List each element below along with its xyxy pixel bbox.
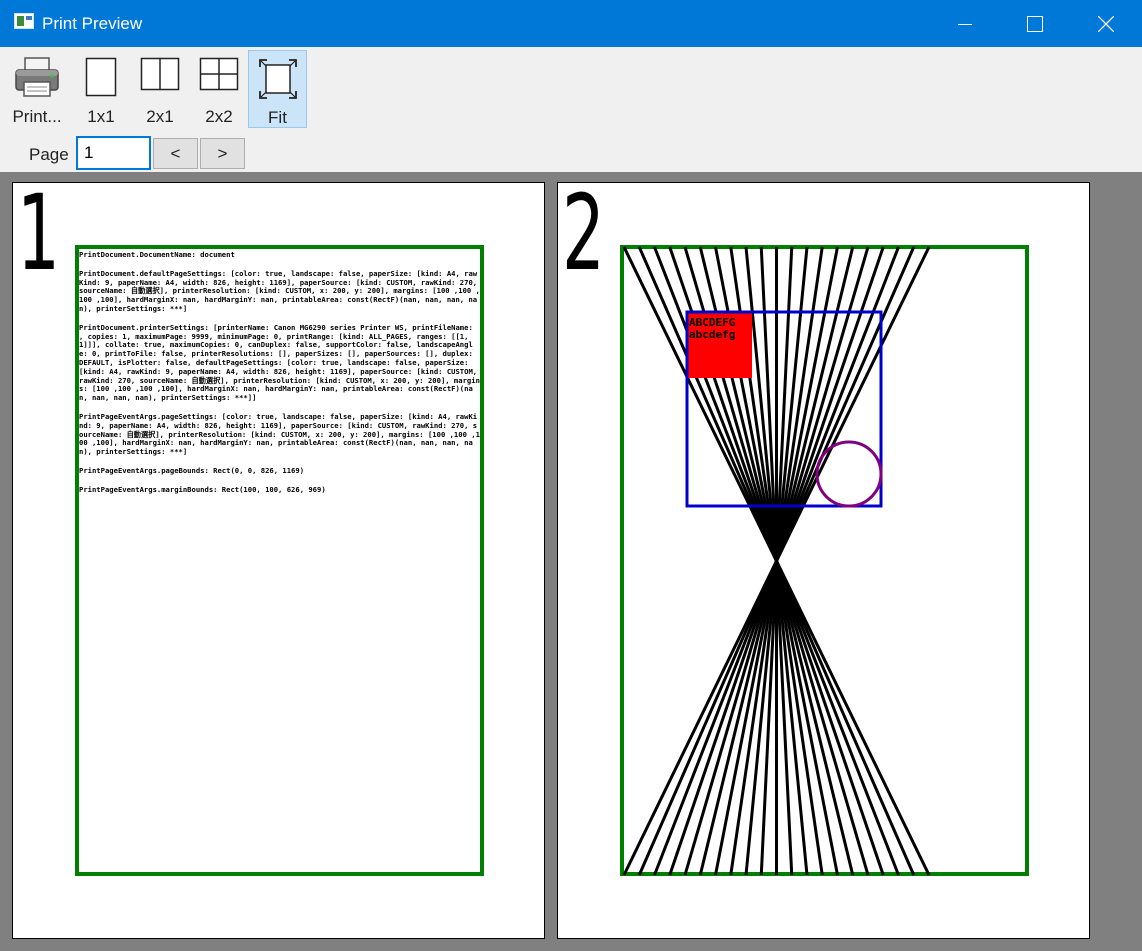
layout-2x1-button[interactable]: 2x1 xyxy=(132,50,188,128)
printer-icon xyxy=(15,57,59,97)
text-line: PrintDocument.printerSettings: [printerN… xyxy=(79,322,480,403)
page-number-input[interactable] xyxy=(76,136,151,170)
layout-1x1-button[interactable]: 1x1 xyxy=(74,50,128,128)
print-label: Print... xyxy=(12,107,62,126)
window-title: Print Preview xyxy=(42,14,143,33)
preview-area[interactable]: 1 PrintDocument.DocumentName: document P… xyxy=(0,172,1142,951)
previous-page-button[interactable]: < xyxy=(153,138,198,169)
page-label: Page xyxy=(29,145,69,164)
layout-2x2-label: 2x2 xyxy=(205,107,233,126)
close-button[interactable] xyxy=(1071,0,1141,47)
page-drawing: ABCDEFG abcdefg xyxy=(622,246,931,876)
text-line: PrintPageEventArgs.pageSettings: [color:… xyxy=(79,411,480,457)
maximize-button[interactable] xyxy=(1000,0,1070,47)
fit-label: Fit xyxy=(268,108,287,127)
page-number-label: 1 xyxy=(17,182,60,294)
app-icon[interactable] xyxy=(14,13,34,29)
page-text: PrintDocument.DocumentName: document Pri… xyxy=(79,250,481,505)
text-line: PrintPageEventArgs.pageBounds: Rect(0, 0… xyxy=(79,465,305,475)
minimize-button[interactable] xyxy=(930,0,1000,47)
toolbar: Print... 1x1 2x1 2x2 Fit Page < > xyxy=(0,47,1142,172)
text-line: PrintDocument.defaultPageSettings: [colo… xyxy=(79,268,480,313)
text-line: PrintDocument.DocumentName: document xyxy=(79,250,235,259)
close-icon xyxy=(1098,15,1114,32)
layout-2x1-label: 2x1 xyxy=(146,107,174,126)
print-button[interactable]: Print... xyxy=(4,50,70,128)
fit-icon xyxy=(258,59,297,99)
minimize-icon xyxy=(958,23,972,25)
purple-circle xyxy=(815,440,883,508)
layout-1x1-label: 1x1 xyxy=(87,107,115,126)
layout-2x2-button[interactable]: 2x2 xyxy=(192,50,246,128)
hourglass-lines xyxy=(622,246,931,876)
preview-page-2: 2 ABCDEFG abcdefg xyxy=(557,182,1090,939)
one-page-icon xyxy=(85,57,117,97)
four-pages-icon xyxy=(199,57,239,91)
red-box-text-line: abcdefg xyxy=(689,328,735,341)
maximize-icon xyxy=(1027,15,1043,32)
preview-page-1: 1 PrintDocument.DocumentName: document P… xyxy=(12,182,545,939)
next-page-button[interactable]: > xyxy=(200,138,245,169)
text-line: PrintPageEventArgs.marginBounds: Rect(10… xyxy=(79,484,326,494)
fit-button[interactable]: Fit xyxy=(248,50,307,128)
title-bar: Print Preview xyxy=(0,0,1142,47)
two-pages-icon xyxy=(140,57,180,91)
